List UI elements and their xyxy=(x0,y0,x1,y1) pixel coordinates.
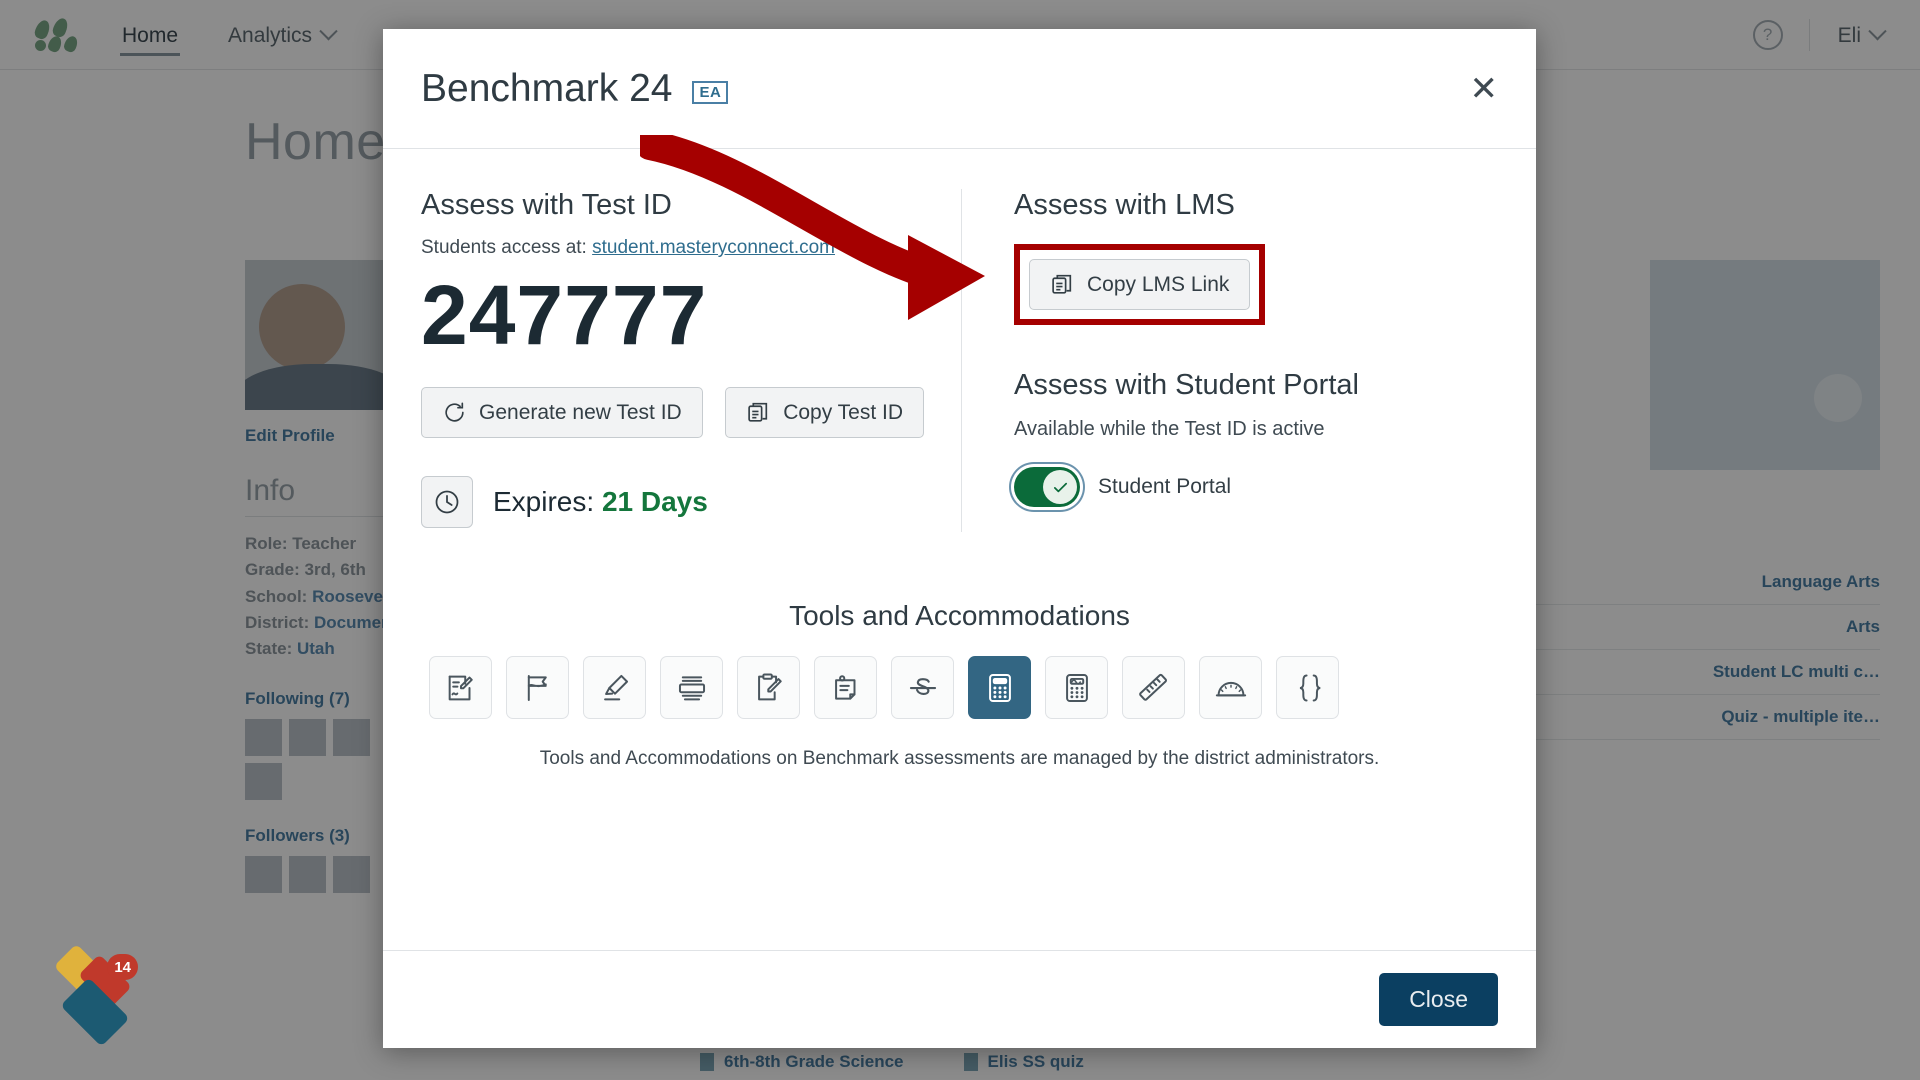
tools-heading: Tools and Accommodations xyxy=(789,600,1130,632)
tool-strikethrough-icon[interactable] xyxy=(891,656,954,720)
modal-columns: Assess with Test ID Students access at: … xyxy=(383,149,1536,558)
copy-icon xyxy=(746,400,771,425)
copy-test-id-button[interactable]: Copy Test ID xyxy=(725,387,925,439)
tools-row xyxy=(421,656,1498,720)
clock-icon xyxy=(421,476,473,529)
student-access-line: Students access at: student.masteryconne… xyxy=(421,237,931,259)
expires-value: 21 Days xyxy=(601,486,708,518)
tool-protractor-icon[interactable] xyxy=(1199,656,1262,720)
lms-and-portal-sections: Assess with LMS Copy LMS Link Assess wit… xyxy=(962,189,1498,558)
tool-highlighter-icon[interactable] xyxy=(583,656,646,720)
test-id-value: 247777 xyxy=(421,268,708,362)
modal-title: Benchmark 24 xyxy=(421,66,673,110)
tool-formula-brace-icon[interactable] xyxy=(1276,656,1339,720)
expires-text: Expires: 21 Days xyxy=(493,486,708,518)
copy-test-id-label: Copy Test ID xyxy=(783,400,904,424)
screenshot-root: Home Analytics ? Eli Home Edit Profile I… xyxy=(0,0,1920,1080)
assessment-modal: Benchmark 24 EA ✕ Assess with Test ID St… xyxy=(383,29,1536,1048)
test-id-section: Assess with Test ID Students access at: … xyxy=(421,189,961,558)
tool-ruler-icon[interactable] xyxy=(1122,656,1185,720)
copy-lms-link-highlight: Copy LMS Link xyxy=(1014,244,1266,325)
tool-graphing-calculator-icon[interactable] xyxy=(1045,656,1108,720)
test-id-heading: Assess with Test ID xyxy=(421,189,672,221)
copy-lms-link-button[interactable]: Copy LMS Link xyxy=(1029,259,1251,310)
close-x-icon[interactable]: ✕ xyxy=(1470,72,1499,106)
student-access-link[interactable]: student.masteryconnect.com xyxy=(592,237,835,258)
tool-clipboard-pencil-icon[interactable] xyxy=(737,656,800,720)
close-button[interactable]: Close xyxy=(1379,973,1498,1026)
student-portal-toggle-row: Student Portal xyxy=(1014,467,1498,507)
generate-new-test-id-label: Generate new Test ID xyxy=(479,400,682,424)
tools-and-accommodations-section: Tools and Accommodations Tools and Accom… xyxy=(383,600,1536,774)
notifications-badge-widget[interactable]: 14 xyxy=(52,943,138,1047)
tools-note: Tools and Accommodations on Benchmark as… xyxy=(539,748,1380,770)
expires-row: Expires: 21 Days xyxy=(421,476,931,529)
student-portal-toggle[interactable] xyxy=(1014,467,1080,507)
ea-badge: EA xyxy=(692,80,729,105)
student-portal-heading: Assess with Student Portal xyxy=(1014,369,1359,401)
tool-calculator-icon[interactable] xyxy=(968,656,1031,720)
tool-scratchpad-icon[interactable] xyxy=(429,656,492,720)
check-icon xyxy=(1043,470,1077,504)
generate-new-test-id-button[interactable]: Generate new Test ID xyxy=(421,387,703,439)
copy-icon xyxy=(1050,272,1075,297)
lms-heading: Assess with LMS xyxy=(1014,189,1235,221)
modal-footer: Close xyxy=(383,950,1536,1048)
copy-lms-link-label: Copy LMS Link xyxy=(1087,272,1230,296)
student-portal-subtitle: Available while the Test ID is active xyxy=(1014,418,1325,440)
badge-count: 14 xyxy=(107,954,138,980)
tool-flag-icon[interactable] xyxy=(506,656,569,720)
tool-line-reader-icon[interactable] xyxy=(660,656,723,720)
student-portal-toggle-label: Student Portal xyxy=(1098,475,1232,498)
refresh-icon xyxy=(442,400,467,425)
tool-notes-icon[interactable] xyxy=(814,656,877,720)
modal-header: Benchmark 24 EA ✕ xyxy=(383,29,1536,149)
modal-body: Assess with Test ID Students access at: … xyxy=(383,149,1536,1048)
expires-label: Expires: xyxy=(493,486,595,518)
student-access-prefix: Students access at: xyxy=(421,237,587,258)
